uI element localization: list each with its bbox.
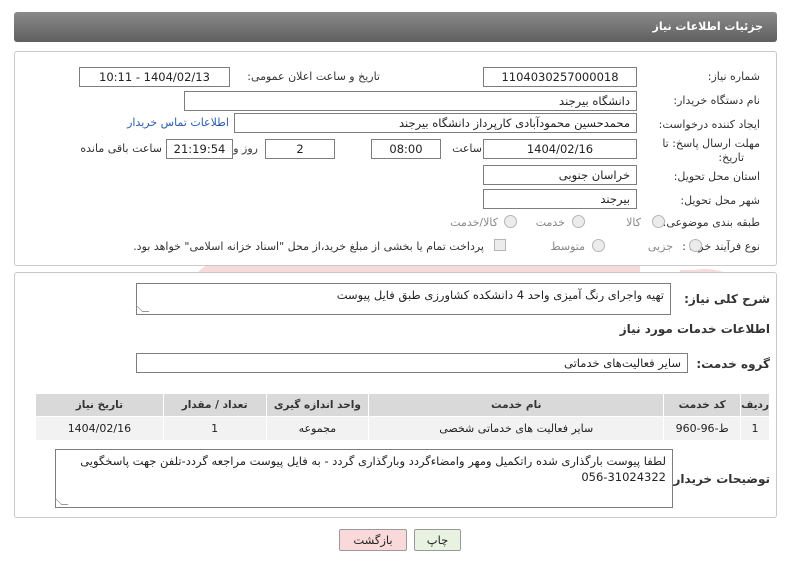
process-option-minor: جزیی xyxy=(647,240,673,253)
print-button[interactable]: چاپ xyxy=(414,529,461,551)
back-button[interactable]: بازگشت xyxy=(339,529,407,551)
remaining-time-field: 21:19:54 xyxy=(166,139,233,159)
buyer-org-label: نام دستگاه خریدار: xyxy=(673,94,760,107)
service-group-label: گروه خدمت: xyxy=(696,357,770,371)
col-row: ردیف xyxy=(740,393,770,417)
treasury-payment-note: پرداخت تمام یا بخشی از مبلغ خرید،از محل … xyxy=(133,240,484,253)
category-radio-goods[interactable] xyxy=(652,215,665,228)
deadline-time-label: ساعت xyxy=(452,142,482,155)
services-section-title: اطلاعات خدمات مورد نیاز xyxy=(619,322,770,336)
category-radio-service[interactable] xyxy=(572,215,585,228)
city-label: شهر محل تحویل: xyxy=(680,194,760,207)
deadline-time-field: 08:00 xyxy=(371,139,441,159)
buyer-notes-textarea: لطفا پیوست بارگذاری شده راتکمیل ومهر وام… xyxy=(54,449,673,508)
province-field: خراسان جنوبی xyxy=(483,165,637,185)
need-number-field: 1104030257000018 xyxy=(483,67,637,87)
service-group-field: سایر فعالیت‌های خدماتی xyxy=(136,353,688,373)
buyer-notes-label: توضیحات خریدار: xyxy=(668,472,770,486)
col-quantity: تعداد / مقدار xyxy=(162,393,267,417)
cell-need-date: 1404/02/16 xyxy=(35,416,164,441)
deadline-date-field: 1404/02/16 xyxy=(483,139,637,159)
description-textarea: تهیه واجرای رنگ آمیزی واحد 4 دانشکده کشا… xyxy=(135,283,671,315)
cell-service-name: سایر فعالیت های خدماتی شخصی xyxy=(368,416,665,441)
process-option-medium: متوسط xyxy=(550,240,585,253)
cell-quantity: 1 xyxy=(162,416,267,441)
category-radio-goods-service[interactable] xyxy=(504,215,517,228)
days-label: روز و xyxy=(233,142,258,155)
buyer-contact-link[interactable]: اطلاعات تماس خریدار xyxy=(127,116,229,129)
remaining-days-field: 2 xyxy=(265,139,335,159)
requester-label: ایجاد کننده درخواست: xyxy=(658,118,760,131)
cell-service-code: ط-96-960 xyxy=(663,416,742,441)
buyer-org-field: دانشگاه بیرجند xyxy=(184,91,637,111)
announce-label: تاریخ و ساعت اعلان عمومی: xyxy=(247,70,380,83)
services-table: ردیف کد خدمت نام خدمت واحد اندازه گیری ت… xyxy=(35,393,770,441)
category-option-service: خدمت xyxy=(535,216,565,229)
process-radio-minor[interactable] xyxy=(689,239,702,252)
col-unit: واحد اندازه گیری xyxy=(265,393,370,417)
resize-handle[interactable] xyxy=(54,498,69,505)
need-number-label: شماره نیاز: xyxy=(707,70,760,83)
buyer-notes-line2: 056-31024322 xyxy=(581,470,666,484)
cell-row: 1 xyxy=(740,416,770,441)
category-label: طبقه بندی موضوعی: xyxy=(662,216,760,229)
category-option-goods: کالا xyxy=(626,216,641,229)
col-service-code: کد خدمت xyxy=(663,393,742,417)
announce-datetime-field: 1404/02/13 - 10:11 xyxy=(79,67,230,87)
process-radio-medium[interactable] xyxy=(592,239,605,252)
remaining-label: ساعت باقی مانده xyxy=(80,142,162,155)
resize-handle[interactable] xyxy=(135,305,150,312)
deadline-label-line1: مهلت ارسال پاسخ: تا xyxy=(662,137,760,150)
buyer-notes-line1: لطفا پیوست بارگذاری شده راتکمیل ومهر وام… xyxy=(80,454,666,468)
province-label: استان محل تحویل: xyxy=(673,170,760,183)
deadline-label-line2: تاریخ: xyxy=(718,151,744,164)
category-option-goods-service: کالا/خدمت xyxy=(450,216,498,229)
cell-unit: مجموعه xyxy=(265,416,370,441)
col-service-name: نام خدمت xyxy=(368,393,665,417)
col-need-date: تاریخ نیاز xyxy=(35,393,164,417)
description-text: تهیه واجرای رنگ آمیزی واحد 4 دانشکده کشا… xyxy=(336,288,664,302)
treasury-payment-checkbox[interactable] xyxy=(494,239,506,251)
table-header-row: ردیف کد خدمت نام خدمت واحد اندازه گیری ت… xyxy=(35,393,770,417)
page-header: جزئیات اطلاعات نیاز xyxy=(14,12,777,42)
page-title: جزئیات اطلاعات نیاز xyxy=(652,20,764,33)
requester-field: محمدحسین محمودآبادی کارپرداز دانشگاه بیر… xyxy=(234,113,637,133)
table-row: 1 ط-96-960 سایر فعالیت های خدماتی شخصی م… xyxy=(35,416,770,441)
description-label: شرح کلی نیاز: xyxy=(684,292,770,306)
city-field: بیرجند xyxy=(483,189,637,209)
